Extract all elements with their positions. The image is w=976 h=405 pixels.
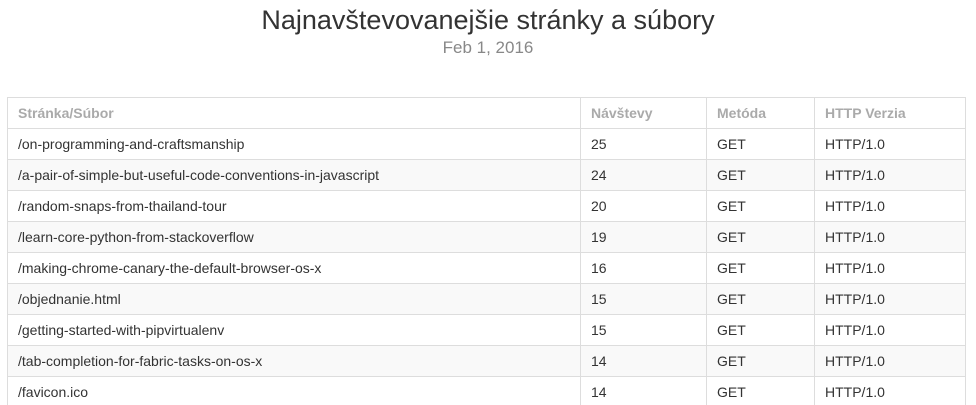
page-path-cell: /a-pair-of-simple-but-useful-code-conven…: [7, 159, 581, 191]
visits-cell: 16: [580, 252, 707, 284]
page-path-cell: /making-chrome-canary-the-default-browse…: [7, 252, 581, 284]
method-cell: GET: [706, 128, 815, 160]
http-version-cell: HTTP/1.0: [814, 190, 966, 222]
method-cell: GET: [706, 376, 815, 405]
page-path-cell: /objednanie.html: [7, 283, 581, 315]
page-title: Najnavštevovanejšie stránky a súbory: [261, 5, 715, 35]
table-row: /objednanie.html 15 GET HTTP/1.0: [7, 283, 966, 315]
top-pages-table-container: Stránka/Súbor Návštevy Metóda HTTP Verzi…: [7, 97, 966, 405]
top-pages-table: Stránka/Súbor Návštevy Metóda HTTP Verzi…: [7, 97, 966, 405]
visits-cell: 25: [580, 128, 707, 160]
column-header-http-version[interactable]: HTTP Verzia: [814, 97, 966, 129]
http-version-cell: HTTP/1.0: [814, 345, 966, 377]
table-body: /on-programming-and-craftsmanship 25 GET…: [7, 128, 966, 405]
table-row: /learn-core-python-from-stackoverflow 19…: [7, 221, 966, 253]
page-path-cell: /getting-started-with-pipvirtualenv: [7, 314, 581, 346]
http-version-cell: HTTP/1.0: [814, 376, 966, 405]
table-row: /a-pair-of-simple-but-useful-code-conven…: [7, 159, 966, 191]
report-page: Najnavštevovanejšie stránky a súbory Feb…: [0, 0, 976, 405]
method-cell: GET: [706, 283, 815, 315]
method-cell: GET: [706, 221, 815, 253]
visits-cell: 15: [580, 314, 707, 346]
visits-cell: 19: [580, 221, 707, 253]
table-row: /tab-completion-for-fabric-tasks-on-os-x…: [7, 345, 966, 377]
column-header-visits[interactable]: Návštevy: [580, 97, 707, 129]
http-version-cell: HTTP/1.0: [814, 252, 966, 284]
http-version-cell: HTTP/1.0: [814, 283, 966, 315]
table-header-row: Stránka/Súbor Návštevy Metóda HTTP Verzi…: [7, 97, 966, 129]
http-version-cell: HTTP/1.0: [814, 128, 966, 160]
visits-cell: 14: [580, 345, 707, 377]
page-path-cell: /favicon.ico: [7, 376, 581, 405]
visits-cell: 20: [580, 190, 707, 222]
method-cell: GET: [706, 159, 815, 191]
table-row: /getting-started-with-pipvirtualenv 15 G…: [7, 314, 966, 346]
page-path-cell: /learn-core-python-from-stackoverflow: [7, 221, 581, 253]
table-row: /making-chrome-canary-the-default-browse…: [7, 252, 966, 284]
http-version-cell: HTTP/1.0: [814, 159, 966, 191]
visits-cell: 24: [580, 159, 707, 191]
column-header-page[interactable]: Stránka/Súbor: [7, 97, 581, 129]
visits-cell: 14: [580, 376, 707, 405]
table-row: /on-programming-and-craftsmanship 25 GET…: [7, 128, 966, 160]
report-date: Feb 1, 2016: [442, 38, 534, 57]
method-cell: GET: [706, 190, 815, 222]
http-version-cell: HTTP/1.0: [814, 221, 966, 253]
method-cell: GET: [706, 252, 815, 284]
table-row: /random-snaps-from-thailand-tour 20 GET …: [7, 190, 966, 222]
http-version-cell: HTTP/1.0: [814, 314, 966, 346]
page-path-cell: /random-snaps-from-thailand-tour: [7, 190, 581, 222]
page-path-cell: /tab-completion-for-fabric-tasks-on-os-x: [7, 345, 581, 377]
page-path-cell: /on-programming-and-craftsmanship: [7, 128, 581, 160]
column-header-method[interactable]: Metóda: [706, 97, 815, 129]
method-cell: GET: [706, 345, 815, 377]
visits-cell: 15: [580, 283, 707, 315]
method-cell: GET: [706, 314, 815, 346]
table-row: /favicon.ico 14 GET HTTP/1.0: [7, 376, 966, 405]
